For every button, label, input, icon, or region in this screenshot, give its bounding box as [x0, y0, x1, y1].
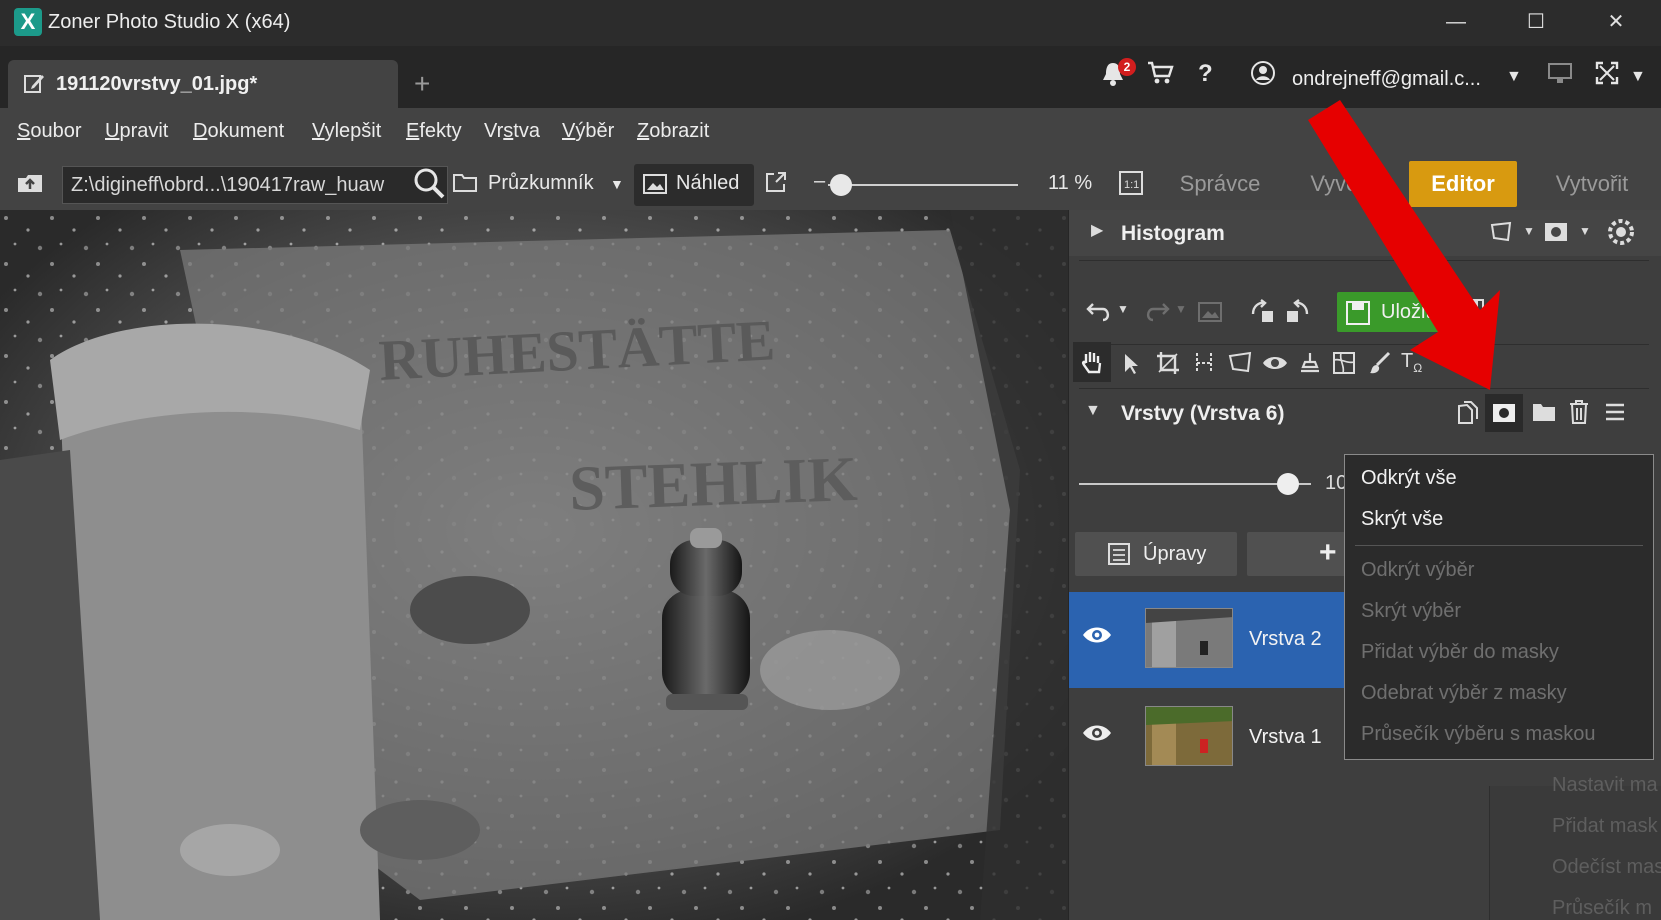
- path-field[interactable]: Z:\digineff\obrd...\190417raw_huaw: [62, 166, 448, 204]
- mask-dropdown-menu: Odkrýt vše Skrýt vše Odkrýt výběr Skrýt …: [1344, 454, 1654, 760]
- menu-vrstva[interactable]: Vrstva: [484, 120, 540, 143]
- red-eye-icon[interactable]: [1261, 350, 1289, 382]
- perspective-icon[interactable]: [1227, 350, 1253, 382]
- folder-icon[interactable]: [452, 170, 478, 200]
- menu-item-subtract-selection-from-mask[interactable]: Odebrat výběr z masky: [1361, 682, 1567, 705]
- preview-label: Náhled: [676, 172, 740, 194]
- zoom-slider-track[interactable]: [828, 184, 1018, 186]
- monitor-icon[interactable]: [1546, 60, 1574, 93]
- menu-zobrazit[interactable]: Zobrazit: [637, 120, 709, 143]
- crop-icon[interactable]: [1155, 350, 1181, 382]
- chevron-down-icon[interactable]: ▼: [1175, 302, 1187, 316]
- chevron-down-icon[interactable]: ▼: [1630, 68, 1646, 86]
- mode-vytvorit[interactable]: Vytvořit: [1534, 158, 1650, 210]
- layers-title: Vrstvy (Vrstva 6): [1121, 402, 1285, 425]
- chevron-right-icon[interactable]: ▶: [1091, 220, 1103, 240]
- explorer-dropdown[interactable]: Průzkumník: [488, 172, 594, 195]
- opacity-slider-thumb[interactable]: [1276, 473, 1299, 495]
- menu-vylepsit[interactable]: Vylepšit: [312, 120, 381, 143]
- chevron-down-icon[interactable]: ▼: [610, 176, 624, 192]
- adjustments-label: Úpravy: [1143, 543, 1207, 565]
- edit-document-icon: [22, 72, 46, 96]
- zoom-out-icon[interactable]: –: [814, 170, 825, 193]
- menu-item-hide-all[interactable]: Skrýt vše: [1361, 508, 1443, 531]
- external-window-icon[interactable]: [764, 170, 788, 200]
- window-title: Zoner Photo Studio X (x64): [48, 11, 291, 33]
- photo-canvas[interactable]: RUHESTÄTTE STEHLIK: [0, 210, 1068, 920]
- background-menu-item: Nastavit ma: [1552, 774, 1658, 796]
- menu-soubor[interactable]: Soubor: [17, 120, 82, 143]
- background-menu-item: Odečíst mas: [1552, 856, 1661, 878]
- actual-size-icon[interactable]: 1:1: [1118, 170, 1144, 202]
- eye-icon[interactable]: [1081, 624, 1113, 646]
- notification-badge: 2: [1118, 58, 1136, 76]
- menu-item-show-all[interactable]: Odkrýt vše: [1361, 467, 1457, 490]
- document-tab[interactable]: 191120vrstvy_01.jpg*: [8, 60, 398, 108]
- pointer-icon[interactable]: [1121, 352, 1141, 382]
- settings-icon[interactable]: [1607, 218, 1635, 252]
- account-name[interactable]: ondrejneff@gmail.c...: [1292, 68, 1481, 91]
- svg-text:STEHLIK: STEHLIK: [568, 443, 859, 524]
- layer-thumbnail: [1145, 608, 1233, 668]
- menu-item-hide-selection[interactable]: Skrýt výběr: [1361, 600, 1461, 623]
- eye-icon[interactable]: [1081, 722, 1113, 744]
- chevron-down-icon[interactable]: ▼: [1579, 224, 1591, 238]
- document-tab-bar: 191120vrstvy_01.jpg* + 2 ? ondrejneff@gm…: [0, 46, 1661, 108]
- histogram-title: Histogram: [1121, 222, 1225, 245]
- hamburger-menu-icon[interactable]: [1603, 400, 1627, 430]
- minimize-button[interactable]: —: [1416, 0, 1496, 46]
- chevron-down-icon[interactable]: ▼: [1085, 402, 1101, 420]
- hand-icon: [1079, 349, 1105, 381]
- new-tab-button[interactable]: +: [414, 68, 430, 100]
- title-bar: X Zoner Photo Studio X (x64) — ☐ ✕: [0, 0, 1661, 46]
- menu-item-show-selection[interactable]: Odkrýt výběr: [1361, 559, 1474, 582]
- svg-text:1:1: 1:1: [1124, 179, 1139, 191]
- background-menu-item: Přidat mask: [1552, 815, 1658, 837]
- menu-item-add-selection-to-mask[interactable]: Přidat výběr do masky: [1361, 641, 1559, 664]
- mask-icon[interactable]: [1543, 220, 1569, 250]
- document-tab-label: 191120vrstvy_01.jpg*: [56, 73, 258, 95]
- user-icon[interactable]: [1250, 60, 1276, 93]
- close-window-button[interactable]: ✕: [1576, 0, 1656, 46]
- straighten-icon[interactable]: [1191, 350, 1217, 382]
- go-up-folder-icon[interactable]: [16, 170, 44, 202]
- folder-icon[interactable]: [1531, 400, 1557, 430]
- background-menu-item: Průsečík m: [1552, 897, 1653, 919]
- layer-thumbnail: [1145, 706, 1233, 766]
- chevron-down-icon[interactable]: ▼: [1506, 68, 1522, 86]
- app-logo-icon: X: [14, 8, 42, 36]
- menu-item-intersect-selection-with-mask[interactable]: Průsečík výběru s maskou: [1361, 723, 1596, 746]
- undo-icon[interactable]: [1085, 300, 1113, 330]
- mode-spravce[interactable]: Správce: [1162, 158, 1278, 210]
- zoom-slider-thumb[interactable]: [830, 174, 853, 196]
- image-compare-icon[interactable]: [1197, 300, 1223, 330]
- maximize-button[interactable]: ☐: [1496, 0, 1576, 46]
- annotation-arrow: [1308, 100, 1500, 390]
- grave-photo: RUHESTÄTTE STEHLIK: [0, 210, 1068, 920]
- sliders-icon: [1107, 542, 1131, 572]
- redo-icon[interactable]: [1143, 300, 1171, 330]
- trash-icon[interactable]: [1567, 399, 1591, 431]
- plus-icon: +: [1319, 536, 1337, 569]
- menu-dokument[interactable]: Dokument: [193, 120, 284, 143]
- adjustments-button[interactable]: Úpravy: [1075, 532, 1237, 576]
- preview-button[interactable]: Náhled: [634, 164, 754, 206]
- cart-icon[interactable]: [1146, 60, 1174, 93]
- rotate-left-icon[interactable]: [1249, 298, 1277, 332]
- zoom-value: 11 %: [1048, 172, 1093, 194]
- menu-efekty[interactable]: Efekty: [406, 120, 462, 143]
- image-icon: [642, 172, 668, 202]
- menu-vyber[interactable]: Výběr: [562, 120, 614, 143]
- hand-tool[interactable]: [1073, 342, 1111, 382]
- layer-name: Vrstva 2: [1249, 628, 1322, 650]
- help-icon[interactable]: ?: [1198, 60, 1213, 88]
- search-icon[interactable]: [412, 166, 446, 206]
- fullscreen-icon[interactable]: [1594, 60, 1620, 93]
- menu-separator: [1355, 545, 1643, 546]
- menu-upravit[interactable]: Upravit: [105, 120, 168, 143]
- chevron-down-icon[interactable]: ▼: [1117, 302, 1129, 316]
- layer-name: Vrstva 1: [1249, 726, 1322, 748]
